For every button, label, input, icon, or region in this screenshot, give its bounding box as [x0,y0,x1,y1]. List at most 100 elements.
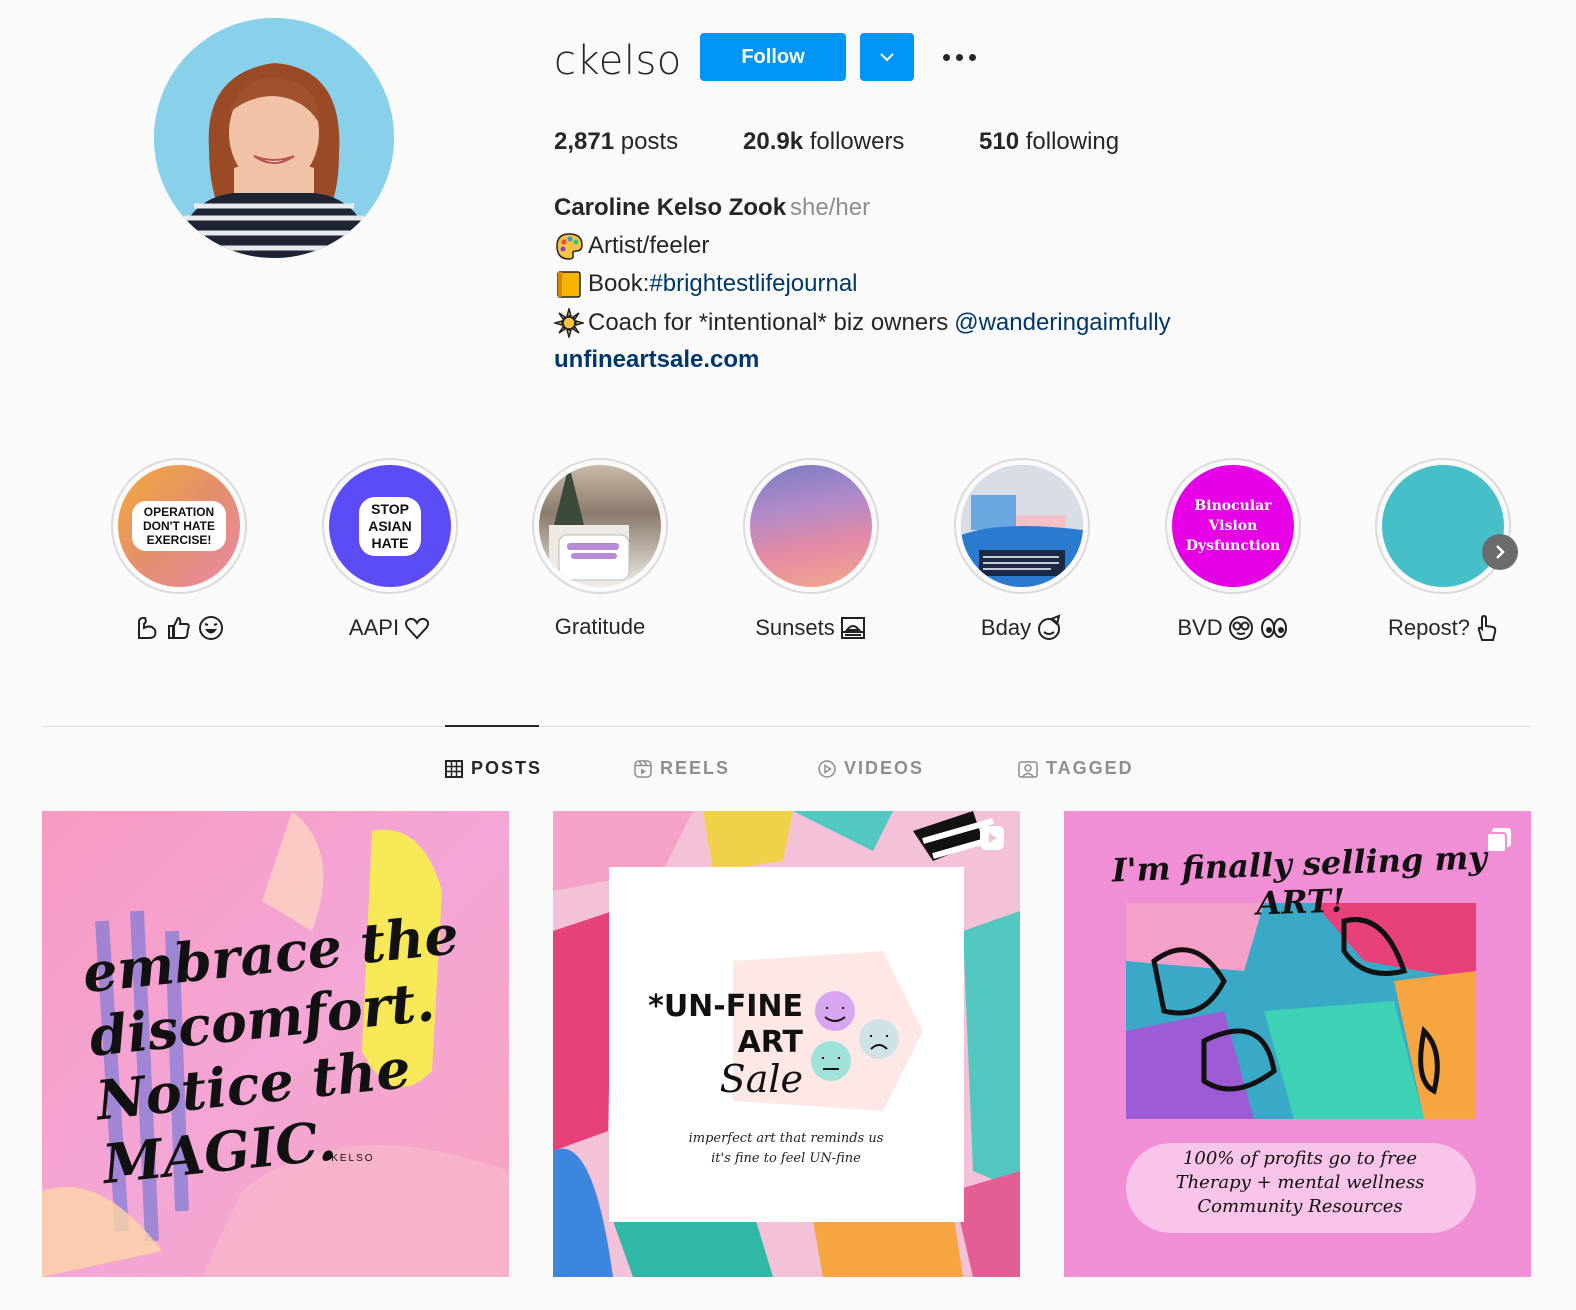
glasses-face-icon [1228,616,1253,640]
highlight-label: Sunsets [743,614,879,642]
highlight-label-text: Sunsets [755,615,835,640]
bio-line-1: Artist/feeler [554,231,709,261]
full-name-text: Caroline Kelso Zook [554,194,787,221]
post-selling-my-art[interactable]: I'm finally selling my ART! 100% of prof… [1064,811,1531,1277]
post-title-line-2: ART [737,1025,803,1060]
heart-hands-icon [405,617,430,640]
reel-icon [979,825,1005,856]
highlight-label: Repost? [1375,614,1511,642]
pointing-hand-icon [1477,614,1497,641]
suggested-dropdown-button[interactable] [860,33,914,81]
pronouns: she/her [790,194,871,221]
grin-icon [199,616,223,640]
highlight-cover: Binocular Vision Dysfunction [1172,465,1294,587]
mention-link[interactable]: @wanderingaimfully [954,309,1170,337]
palette-emoji-icon [556,233,583,260]
highlight-cover-text: Binocular Vision Dysfunction [1185,498,1281,554]
eyes-icon [1260,618,1287,638]
bio-line-2: Book: #brightestlifejournal [554,269,858,299]
highlight-ring: OPERATION DON'T HATE EXERCISE! [111,458,247,594]
play-icon [818,759,836,778]
highlight-ring: Binocular Vision Dysfunction [1165,458,1301,594]
highlight-gratitude[interactable]: Gratitude [532,458,668,640]
bio-line-3-text: Coach for *intentional* biz owners [588,309,949,336]
highlight-label: Gratitude [532,614,668,640]
profile-username: ckelso [554,38,682,84]
tab-label: VIDEOS [844,758,925,778]
highlight-cover [1382,465,1504,587]
highlight-label: AAPI [322,614,458,642]
more-dot [968,53,976,61]
thumbs-up-icon [168,616,190,639]
highlight-label: Bday [954,614,1090,642]
followers-link[interactable]: 20.9k followers [743,128,904,156]
carousel-icon [1486,827,1512,858]
highlight-cover [750,465,872,587]
highlight-bday[interactable]: Bday [954,458,1090,642]
tab-tagged[interactable]: TAGGED [1018,758,1134,779]
post-quote-text: embrace the discomfort. Notice the MAGIC… [79,902,462,1197]
tab-label: POSTS [471,758,543,778]
following-count-value: 510 [979,128,1020,155]
tabs-divider [42,726,1531,727]
followers-count-value: 20.9k [743,128,804,155]
more-dots-icon [942,53,950,61]
post-title-line-1: *UN-FINE [648,989,803,1024]
profile-avatar[interactable] [154,18,394,258]
posts-count: 2,871 posts [554,128,678,156]
followers-count-label: followers [809,128,905,155]
highlight-aapi[interactable]: STOP ASIAN HATE AAPI [322,458,458,642]
highlight-cover: STOP ASIAN HATE [329,465,451,587]
highlight-cover-text: OPERATION DON'T HATE EXERCISE! [132,501,226,551]
muscle-icon [138,617,157,639]
posts-count-value: 2,871 [554,128,615,155]
post-embrace-discomfort[interactable]: embrace the discomfort. Notice the MAGIC… [42,811,509,1277]
tab-label: REELS [660,758,731,778]
tab-reels[interactable]: REELS [634,758,730,779]
more-options-button[interactable] [936,40,982,74]
highlight-cover: OPERATION DON'T HATE EXERCISE! [118,465,240,587]
follow-button[interactable]: Follow [700,33,846,81]
profile-website-link[interactable]: unfineartsale.com [554,346,759,374]
post-headline: I'm finally selling my ART! [1111,838,1488,923]
hashtag-link[interactable]: #brightestlifejournal [649,270,857,298]
highlight-cover-text: STOP ASIAN HATE [359,496,421,556]
highlight-ring [532,458,668,594]
highlight-label-text: Repost? [1388,615,1470,640]
sunset-icon [840,617,865,639]
highlight-bvd[interactable]: Binocular Vision Dysfunction BVD [1165,458,1301,642]
highlights-next-button[interactable] [1482,534,1518,570]
following-count-label: following [1025,128,1120,155]
highlight-label [111,614,247,642]
sun-emoji-icon [554,308,584,338]
highlight-label-text: BVD [1177,615,1223,640]
post-unfine-art-sale[interactable]: *UN-FINE ART Sale imperfect art that rem… [553,811,1020,1277]
highlight-label-text: Bday [980,615,1032,640]
bio-line-3: Coach for *intentional* biz owners @wand… [554,308,1171,338]
highlight-sunsets[interactable]: Sunsets [743,458,879,642]
following-link[interactable]: 510 following [979,128,1119,156]
chevron-right-icon [1496,545,1505,559]
profile-full-name: Caroline Kelso Zook she/her [554,194,870,222]
posts-count-label: posts [620,128,679,155]
party-face-icon [1038,614,1061,640]
tagged-icon [1018,760,1038,778]
tab-videos[interactable]: VIDEOS [818,758,924,779]
highlight-ring: STOP ASIAN HATE [322,458,458,594]
highlight-label: BVD [1165,614,1301,642]
tab-label: TAGGED [1046,758,1134,778]
mug-photo [549,465,630,587]
highlight-ring [743,458,879,594]
post-caption: imperfect art that reminds us it's fine … [688,1131,884,1166]
more-dot [955,53,963,61]
highlight-label-text: AAPI [348,615,400,640]
highlight-ring [954,458,1090,594]
chevron-down-icon [880,53,894,62]
post-signature: CKELSO [322,1153,375,1164]
post-title-line-3: Sale [719,1057,803,1101]
reels-icon [634,759,652,778]
highlight-exercise[interactable]: OPERATION DON'T HATE EXERCISE! [111,458,247,642]
notebook-emoji-icon [557,271,581,298]
tab-posts[interactable]: POSTS [445,758,542,779]
bday-photo [961,465,1083,587]
